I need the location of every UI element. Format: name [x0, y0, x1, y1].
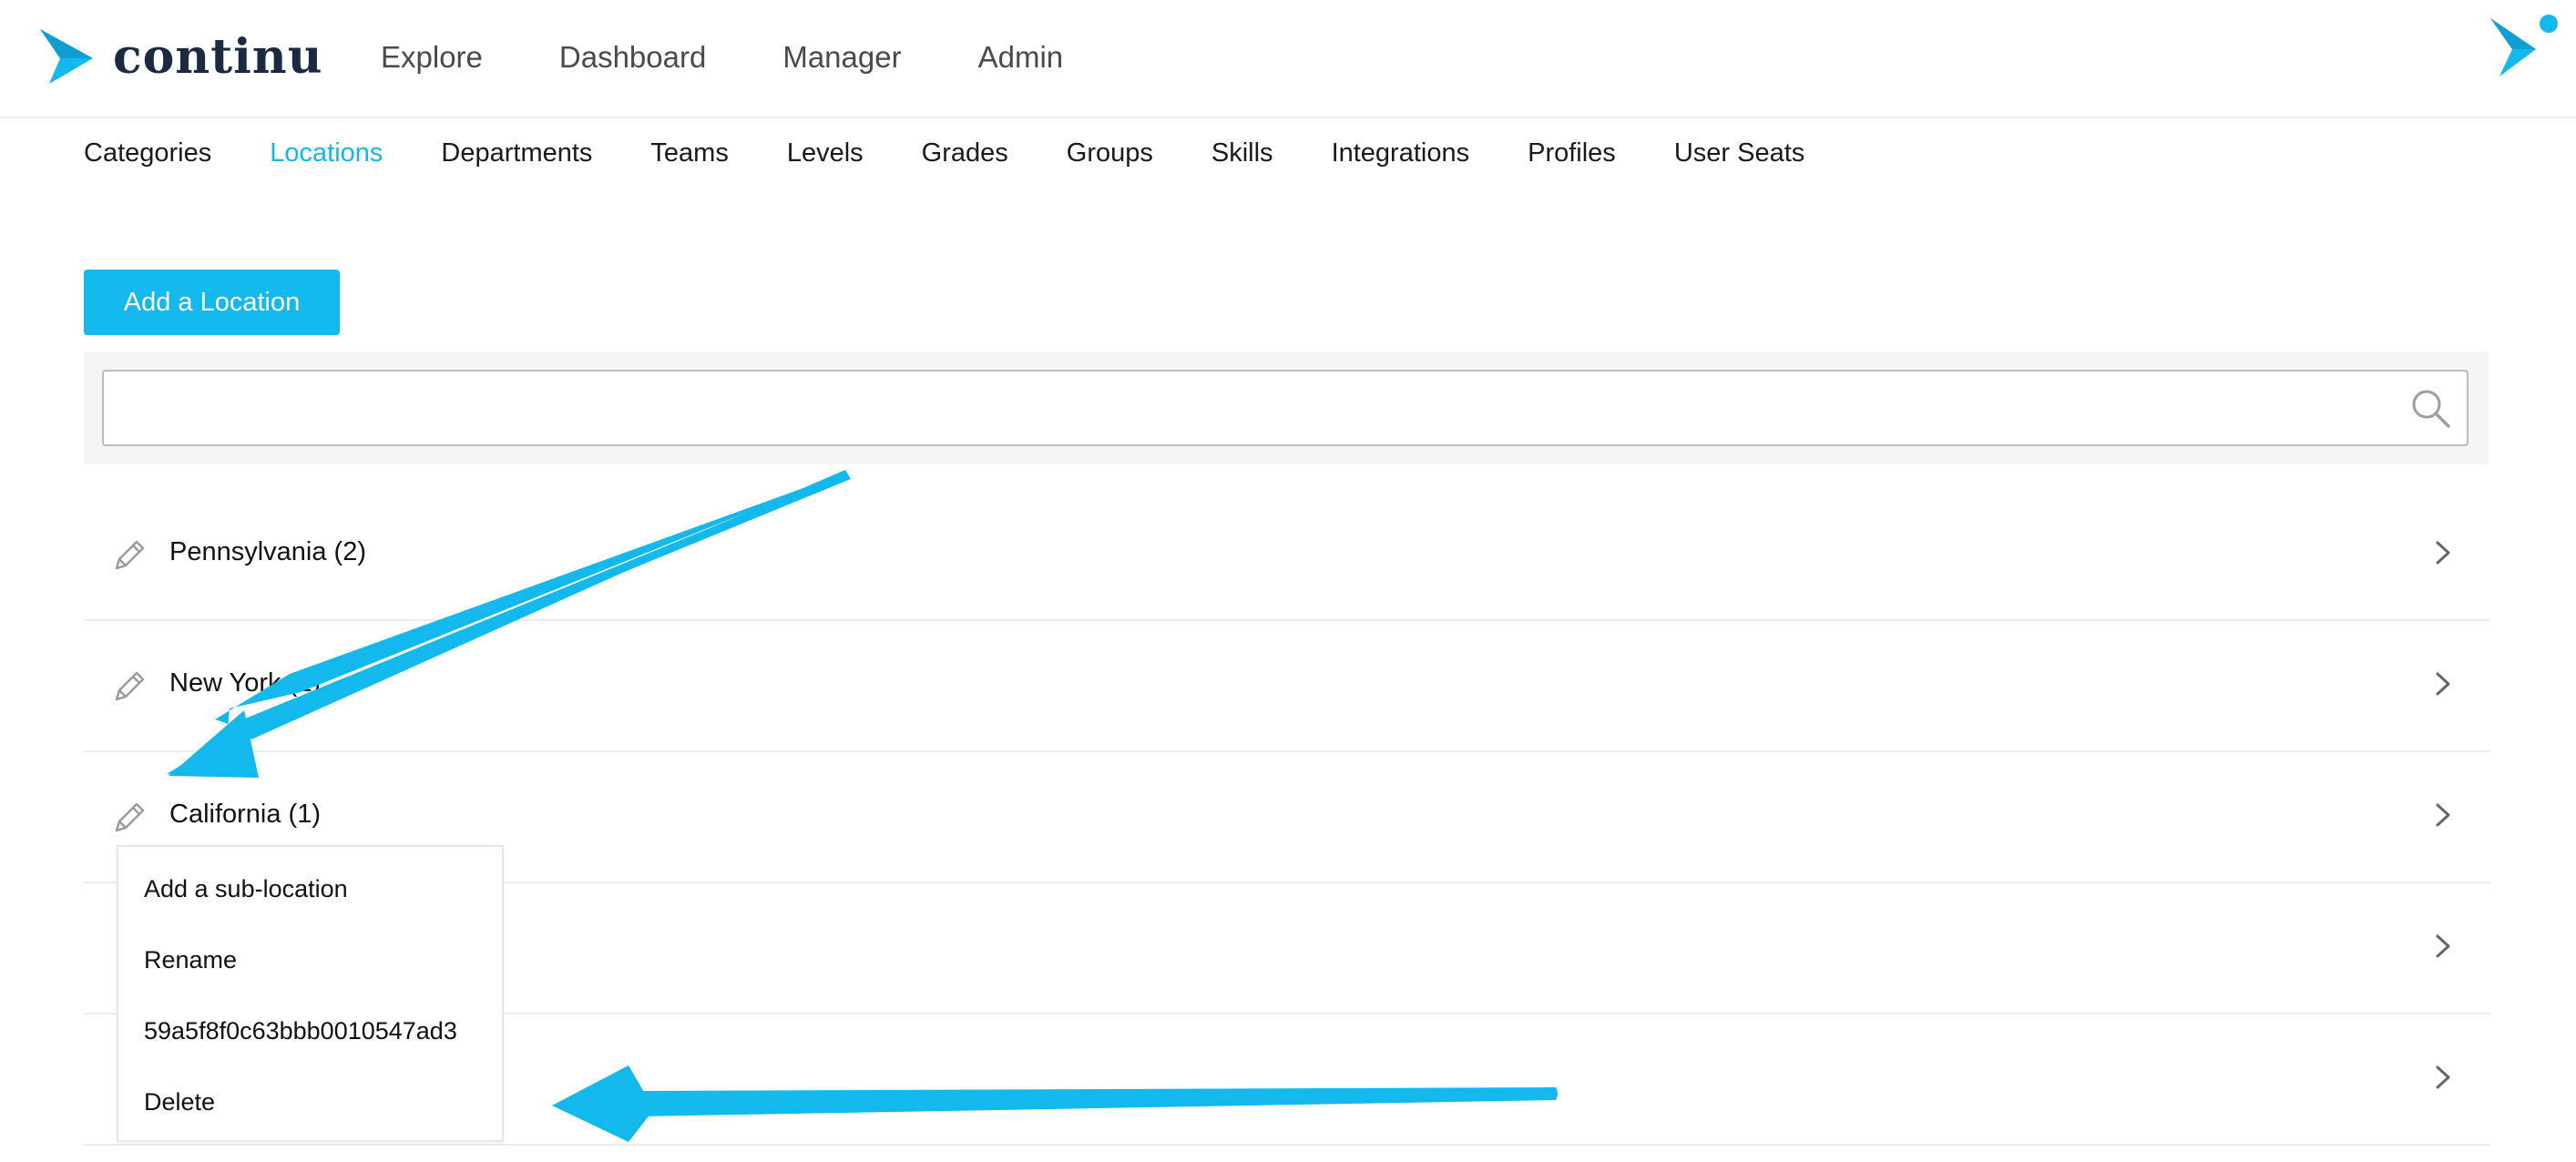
- continu-logo-icon: [40, 29, 93, 84]
- menu-add-sub-location[interactable]: Add a sub-location: [144, 871, 348, 907]
- location-name[interactable]: New York (1): [169, 665, 321, 701]
- add-location-button[interactable]: Add a Location: [84, 270, 340, 335]
- tab-user-seats[interactable]: User Seats: [1674, 132, 1804, 178]
- tab-grades[interactable]: Grades: [922, 132, 1008, 178]
- menu-delete[interactable]: Delete: [144, 1084, 215, 1120]
- nav-dashboard[interactable]: Dashboard: [559, 35, 706, 80]
- tab-profiles[interactable]: Profiles: [1528, 132, 1616, 178]
- location-row-pennsylvania[interactable]: Pennsylvania (2): [84, 490, 2490, 621]
- location-name[interactable]: California (1): [169, 796, 321, 832]
- location-context-menu: Add a sub-location Rename 59a5f8f0c63bbb…: [117, 845, 504, 1142]
- search-icon[interactable]: [2408, 386, 2454, 432]
- pencil-icon[interactable]: [111, 537, 148, 574]
- nav-explore[interactable]: Explore: [381, 35, 483, 80]
- chevron-right-icon[interactable]: [2428, 1062, 2458, 1093]
- tab-integrations[interactable]: Integrations: [1332, 132, 1470, 178]
- chevron-right-icon[interactable]: [2428, 800, 2458, 831]
- brand-icon[interactable]: [2487, 13, 2560, 82]
- search-input[interactable]: [102, 370, 2469, 446]
- logo-text: continu: [113, 29, 323, 85]
- nav-manager[interactable]: Manager: [782, 35, 901, 80]
- tab-groups[interactable]: Groups: [1067, 132, 1153, 178]
- location-name[interactable]: Pennsylvania (2): [169, 534, 366, 570]
- top-header: continu Explore Dashboard Manager Admin: [0, 0, 2576, 118]
- chevron-right-icon[interactable]: [2428, 668, 2458, 699]
- pencil-icon[interactable]: [111, 668, 148, 705]
- pencil-icon[interactable]: [111, 800, 148, 836]
- tab-categories[interactable]: Categories: [84, 132, 211, 178]
- tab-levels[interactable]: Levels: [787, 132, 864, 178]
- main-nav: Explore Dashboard Manager Admin: [381, 35, 1140, 80]
- location-row-new-york[interactable]: New York (1): [84, 621, 2490, 752]
- search-bar-container: [84, 352, 2489, 464]
- menu-location-id[interactable]: 59a5f8f0c63bbb0010547ad3: [144, 1013, 457, 1049]
- tab-teams[interactable]: Teams: [650, 132, 728, 178]
- tab-departments[interactable]: Departments: [441, 132, 592, 178]
- chevron-right-icon[interactable]: [2428, 537, 2458, 568]
- chevron-right-icon[interactable]: [2428, 931, 2458, 962]
- tab-skills[interactable]: Skills: [1211, 132, 1273, 178]
- nav-admin[interactable]: Admin: [978, 35, 1064, 80]
- tab-locations[interactable]: Locations: [270, 132, 383, 178]
- admin-subnav: Categories Locations Departments Teams L…: [84, 132, 1863, 178]
- menu-rename[interactable]: Rename: [144, 942, 237, 978]
- continu-logo[interactable]: continu: [38, 27, 322, 91]
